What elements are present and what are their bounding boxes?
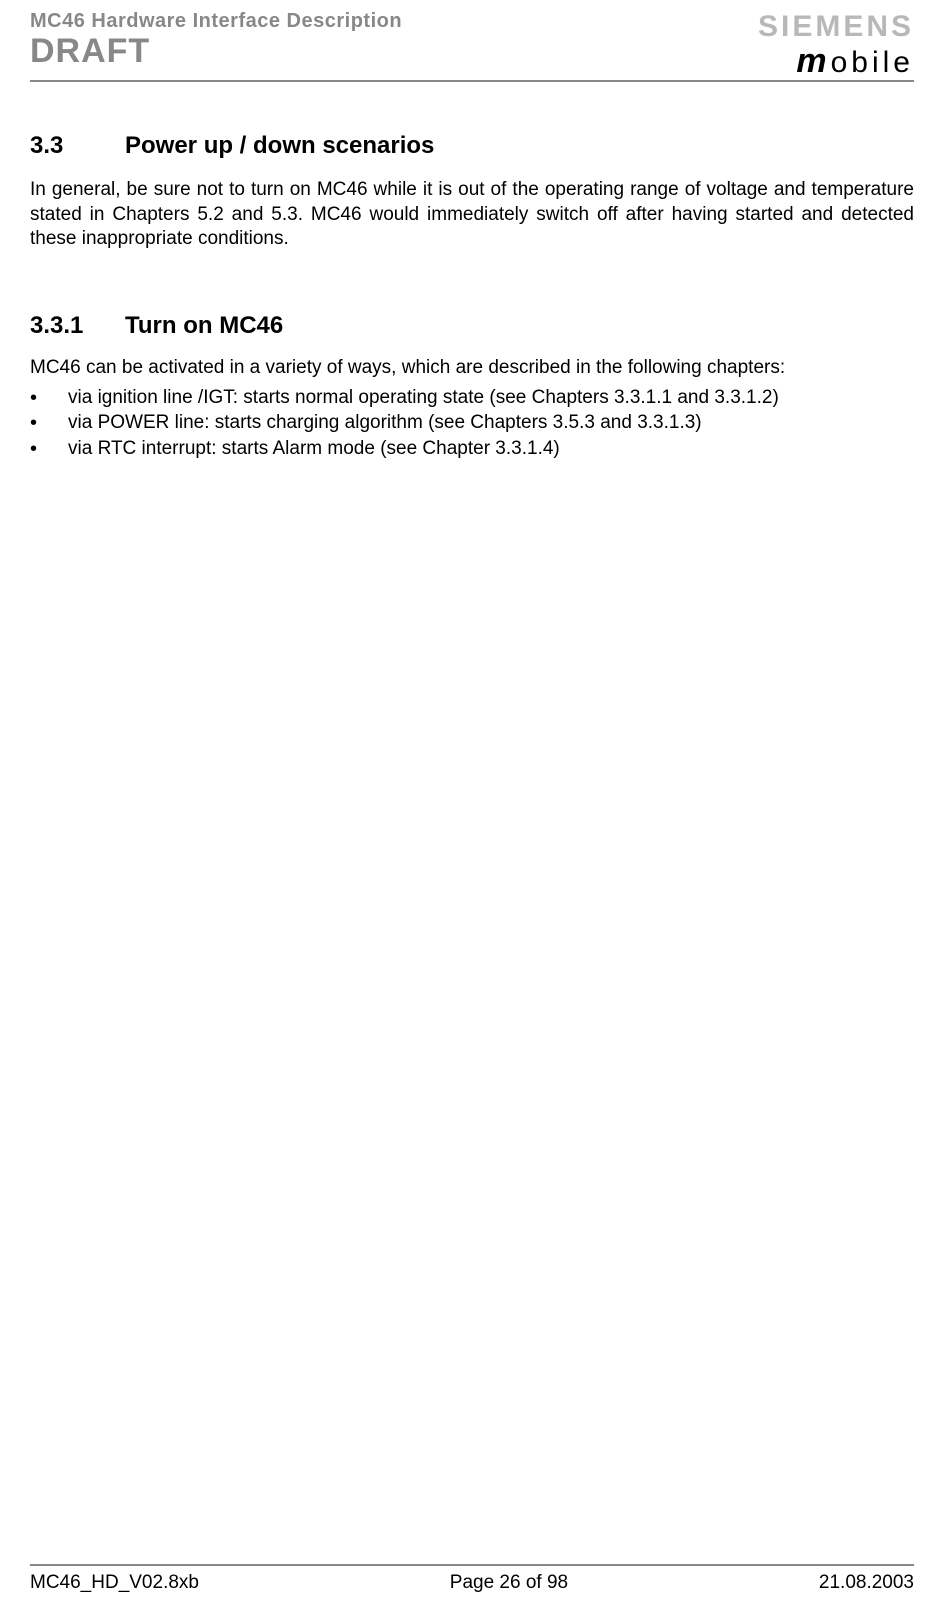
brand-logo: SIEMENS mobile (758, 10, 914, 78)
subsection-number: 3.3.1 (30, 312, 125, 340)
draft-label: DRAFT (30, 33, 402, 70)
section-title: Power up / down scenarios (125, 132, 434, 159)
footer-right: 21.08.2003 (819, 1572, 914, 1594)
siemens-wordmark: SIEMENS (758, 10, 914, 44)
section-number: 3.3 (30, 132, 125, 160)
section-heading-3-3: 3.3Power up / down scenarios (30, 132, 914, 160)
mobile-rest: obile (831, 46, 914, 79)
page-header: MC46 Hardware Interface Description DRAF… (30, 10, 914, 82)
list-item: via RTC interrupt: starts Alarm mode (se… (30, 436, 914, 462)
list-item: via POWER line: starts charging algorith… (30, 410, 914, 436)
footer-center: Page 26 of 98 (450, 1572, 568, 1594)
section-heading-3-3-1: 3.3.1Turn on MC46 (30, 312, 914, 340)
page-footer: MC46_HD_V02.8xb Page 26 of 98 21.08.2003 (30, 1564, 914, 1594)
bullet-list: via ignition line /IGT: starts normal op… (30, 385, 914, 462)
mobile-m: m (796, 42, 830, 80)
footer-left: MC46_HD_V02.8xb (30, 1572, 199, 1594)
subsection-title: Turn on MC46 (125, 312, 283, 339)
document-title: MC46 Hardware Interface Description (30, 10, 402, 33)
section-3-3-1-intro: MC46 can be activated in a variety of wa… (30, 356, 914, 381)
list-item: via ignition line /IGT: starts normal op… (30, 385, 914, 411)
section-3-3-body: In general, be sure not to turn on MC46 … (30, 178, 914, 252)
page-container: MC46 Hardware Interface Description DRAF… (0, 0, 944, 1616)
mobile-wordmark: mobile (796, 44, 914, 78)
header-left: MC46 Hardware Interface Description DRAF… (30, 10, 402, 70)
